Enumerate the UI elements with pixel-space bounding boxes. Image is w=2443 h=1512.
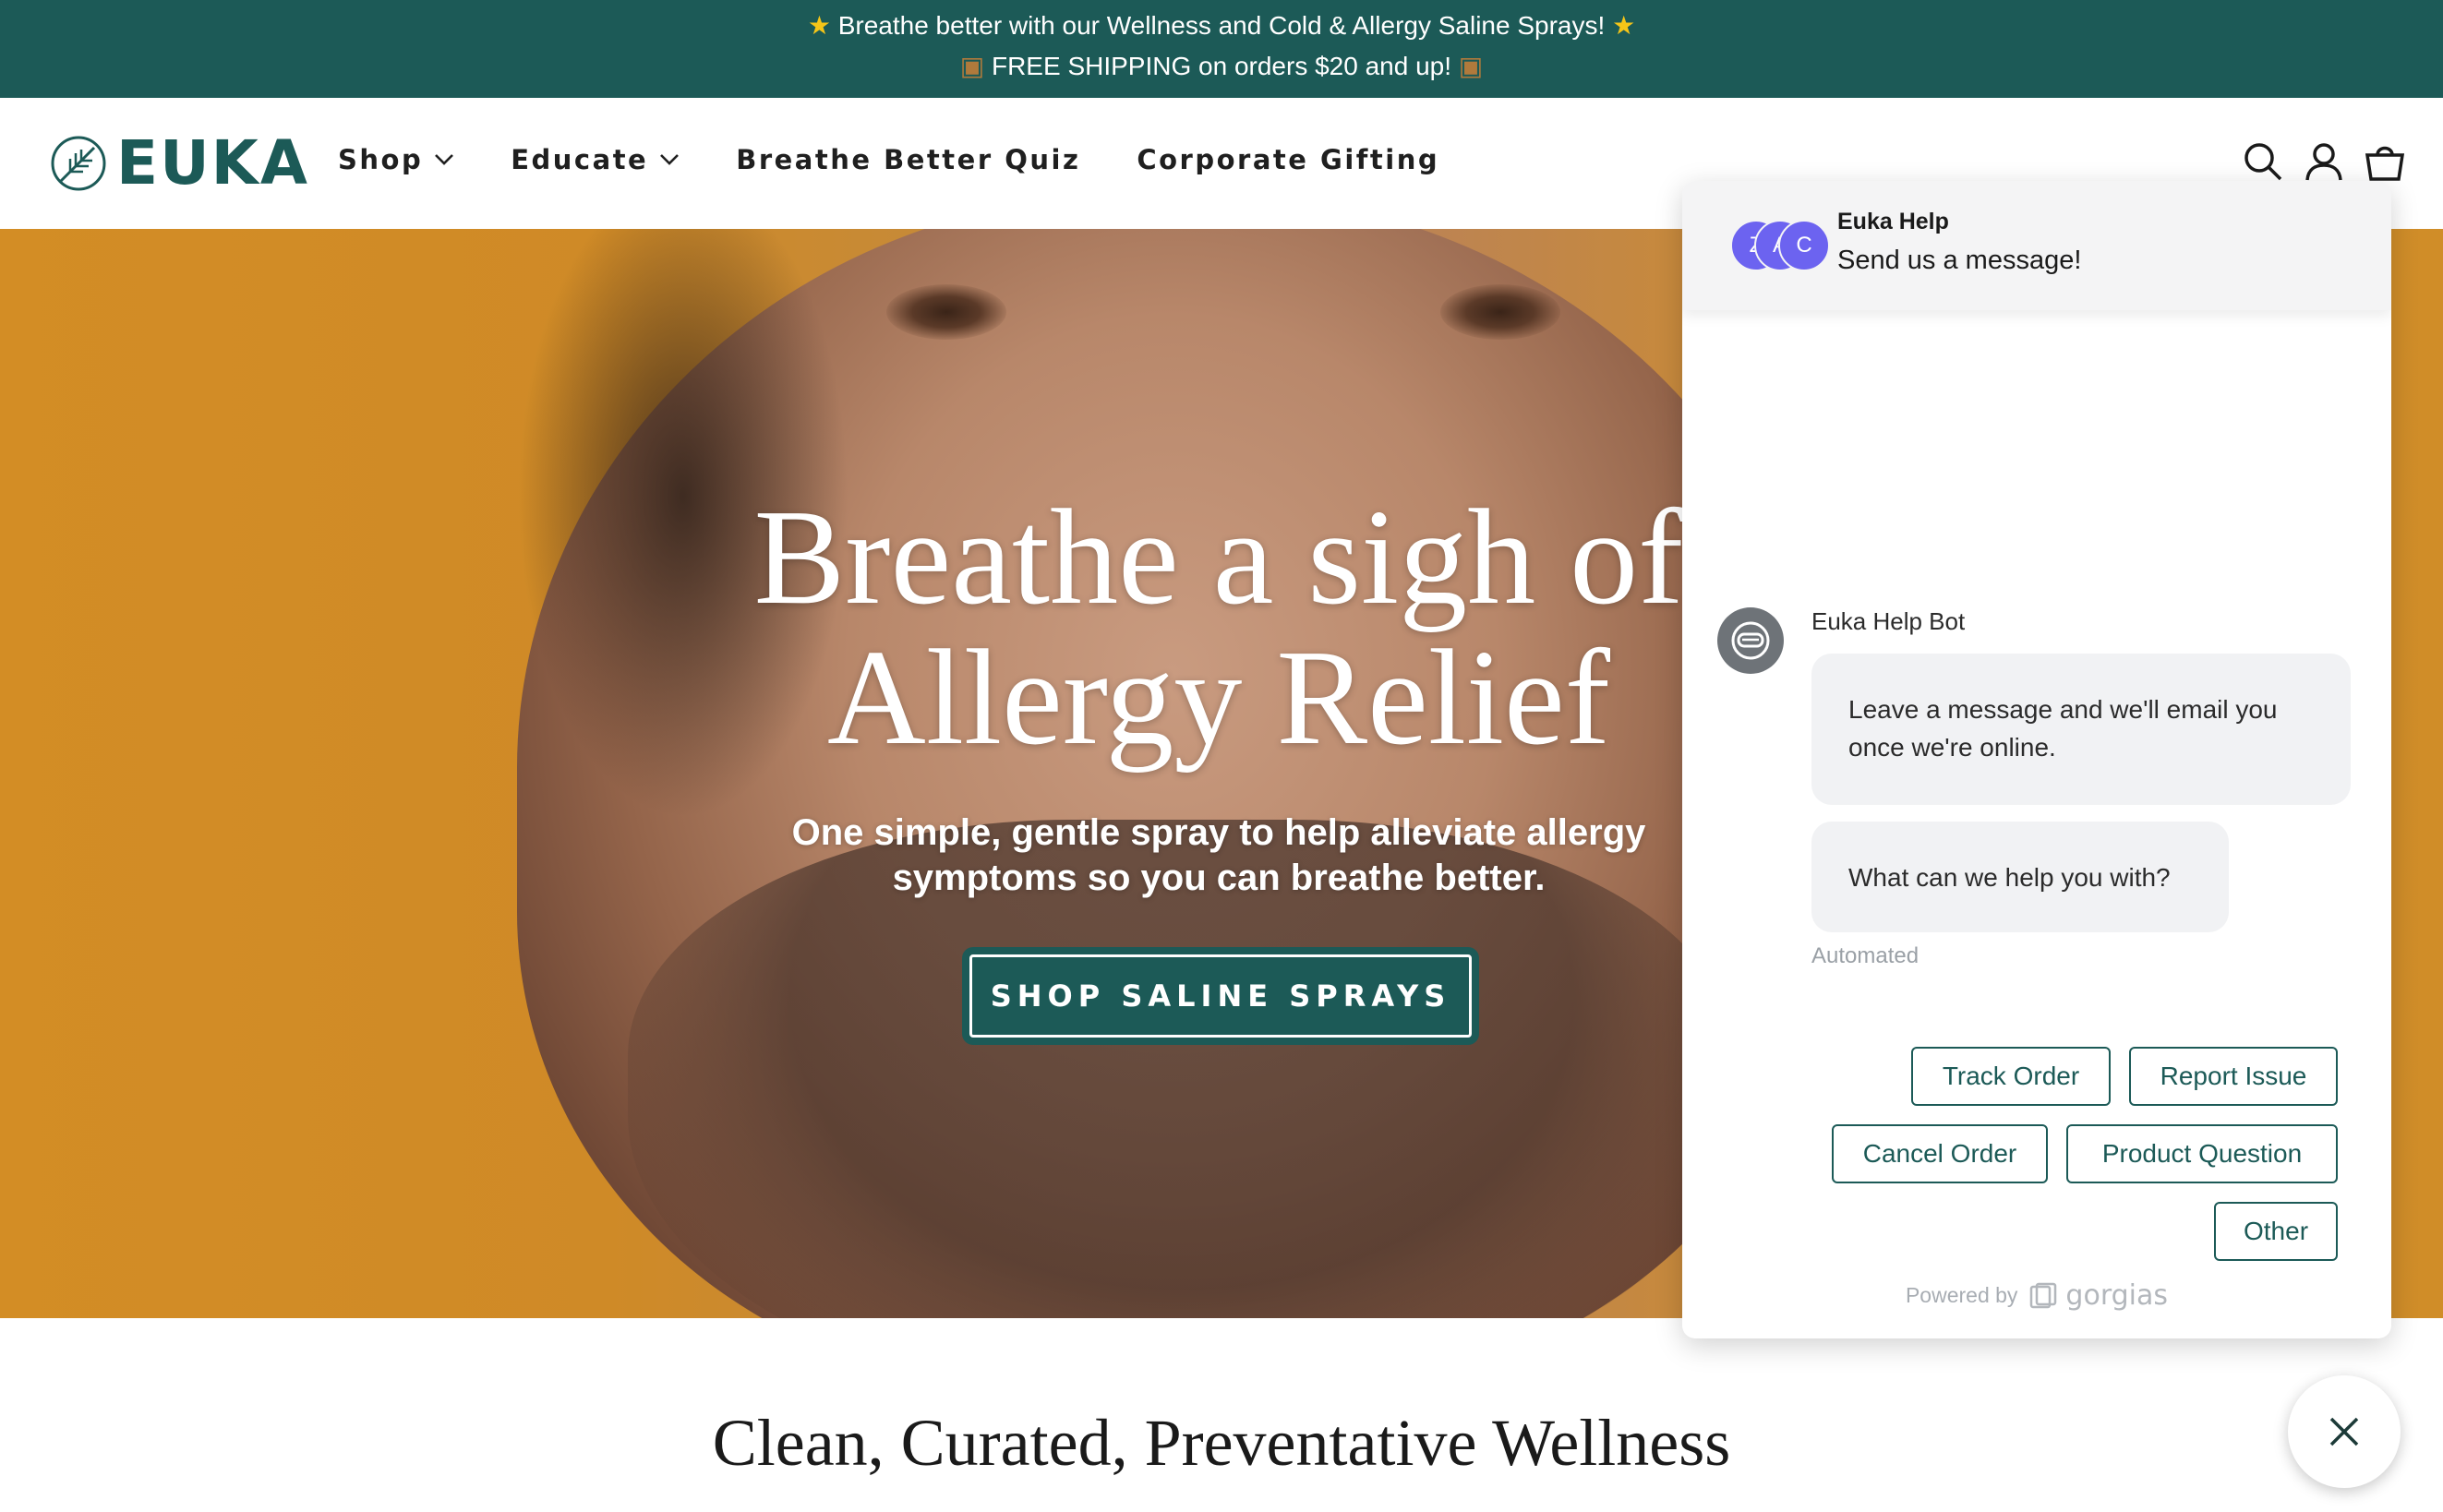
- gorgias-wordmark: gorgias: [2065, 1279, 2169, 1312]
- report-issue-button[interactable]: Report Issue: [2129, 1047, 2338, 1106]
- chat-widget: Z A C Euka Help Send us a message! Euka …: [1682, 181, 2391, 1338]
- package-icon: ▣: [959, 52, 985, 80]
- nav-breathe-better-quiz[interactable]: Breathe Better Quiz: [736, 144, 1080, 175]
- hero-title-line-1: Breathe a sigh of: [753, 482, 1684, 633]
- close-chat-button[interactable]: [2288, 1375, 2401, 1488]
- chat-header: Z A C Euka Help Send us a message!: [1682, 181, 2391, 310]
- announcement-line-2: ▣ FREE SHIPPING on orders $20 and up! ▣: [0, 46, 2443, 87]
- star-icon: ★: [807, 11, 831, 40]
- powered-by[interactable]: Powered by gorgias: [1682, 1279, 2391, 1312]
- chevron-down-icon: [435, 154, 454, 165]
- leaf-logo-icon: [51, 136, 106, 191]
- bot-icon: [1731, 621, 1770, 660]
- hero-subtitle: One simple, gentle spray to help allevia…: [739, 810, 1699, 901]
- nav-educate[interactable]: Educate: [511, 144, 680, 175]
- chevron-down-icon: [660, 154, 680, 165]
- star-icon: ★: [1612, 11, 1636, 40]
- main-nav: Shop Educate Breathe Better Quiz Corpora…: [338, 144, 1496, 175]
- announcement-bar: ★ Breathe better with our Wellness and C…: [0, 0, 2443, 98]
- bot-avatar: [1717, 607, 1784, 674]
- cart-icon[interactable]: [2364, 140, 2406, 183]
- nav-corporate-label: Corporate Gifting: [1137, 144, 1440, 175]
- nav-educate-label: Educate: [511, 144, 649, 175]
- agent-avatars: Z A C: [1730, 220, 1832, 271]
- announcement-line-1: ★ Breathe better with our Wellness and C…: [0, 6, 2443, 46]
- bot-name: Euka Help Bot: [1811, 607, 1966, 635]
- gorgias-logo-icon: [2030, 1282, 2057, 1308]
- account-icon[interactable]: [2303, 140, 2345, 183]
- hero-subtitle-line-1: One simple, gentle spray to help allevia…: [791, 812, 1646, 853]
- chat-header-name: Euka Help: [1837, 209, 1949, 234]
- shop-saline-sprays-label: SHOP SALINE SPRAYS: [969, 954, 1472, 1038]
- search-icon[interactable]: [2242, 140, 2284, 183]
- powered-by-label: Powered by: [1905, 1283, 2018, 1307]
- agent-avatar: C: [1778, 220, 1830, 271]
- shop-saline-sprays-button[interactable]: SHOP SALINE SPRAYS: [962, 947, 1479, 1045]
- chat-header-subtitle: Send us a message!: [1837, 246, 2082, 275]
- package-icon: ▣: [1458, 52, 1484, 80]
- nav-shop[interactable]: Shop: [338, 144, 454, 175]
- cancel-order-button[interactable]: Cancel Order: [1832, 1124, 2048, 1183]
- bot-message: What can we help you with?: [1811, 822, 2229, 932]
- announcement-text-2: FREE SHIPPING on orders $20 and up!: [991, 52, 1452, 80]
- track-order-button[interactable]: Track Order: [1911, 1047, 2111, 1106]
- automated-label: Automated: [1811, 943, 1920, 968]
- bot-message: Leave a message and we'll email you once…: [1811, 654, 2351, 805]
- hero-subtitle-line-2: symptoms so you can breathe better.: [892, 858, 1546, 898]
- nav-quiz-label: Breathe Better Quiz: [736, 144, 1081, 175]
- product-question-button[interactable]: Product Question: [2066, 1124, 2338, 1183]
- nav-corporate-gifting[interactable]: Corporate Gifting: [1137, 144, 1439, 175]
- close-icon: [2329, 1417, 2359, 1446]
- nav-shop-label: Shop: [338, 144, 424, 175]
- section-title: Clean, Curated, Preventative Wellness: [712, 1406, 1731, 1480]
- hero-image-eye-right: [1440, 284, 1560, 340]
- announcement-text-1: Breathe better with our Wellness and Col…: [837, 11, 1606, 40]
- logo-wordmark: EUKA: [116, 127, 309, 198]
- hero-title: Breathe a sigh of Allergy Relief: [720, 487, 1717, 768]
- hero-image-eye-left: [886, 284, 1006, 340]
- other-button[interactable]: Other: [2214, 1202, 2338, 1261]
- header-icons: [2223, 140, 2406, 183]
- hero-title-line-2: Allergy Relief: [826, 622, 1611, 774]
- logo[interactable]: EUKA: [50, 131, 309, 196]
